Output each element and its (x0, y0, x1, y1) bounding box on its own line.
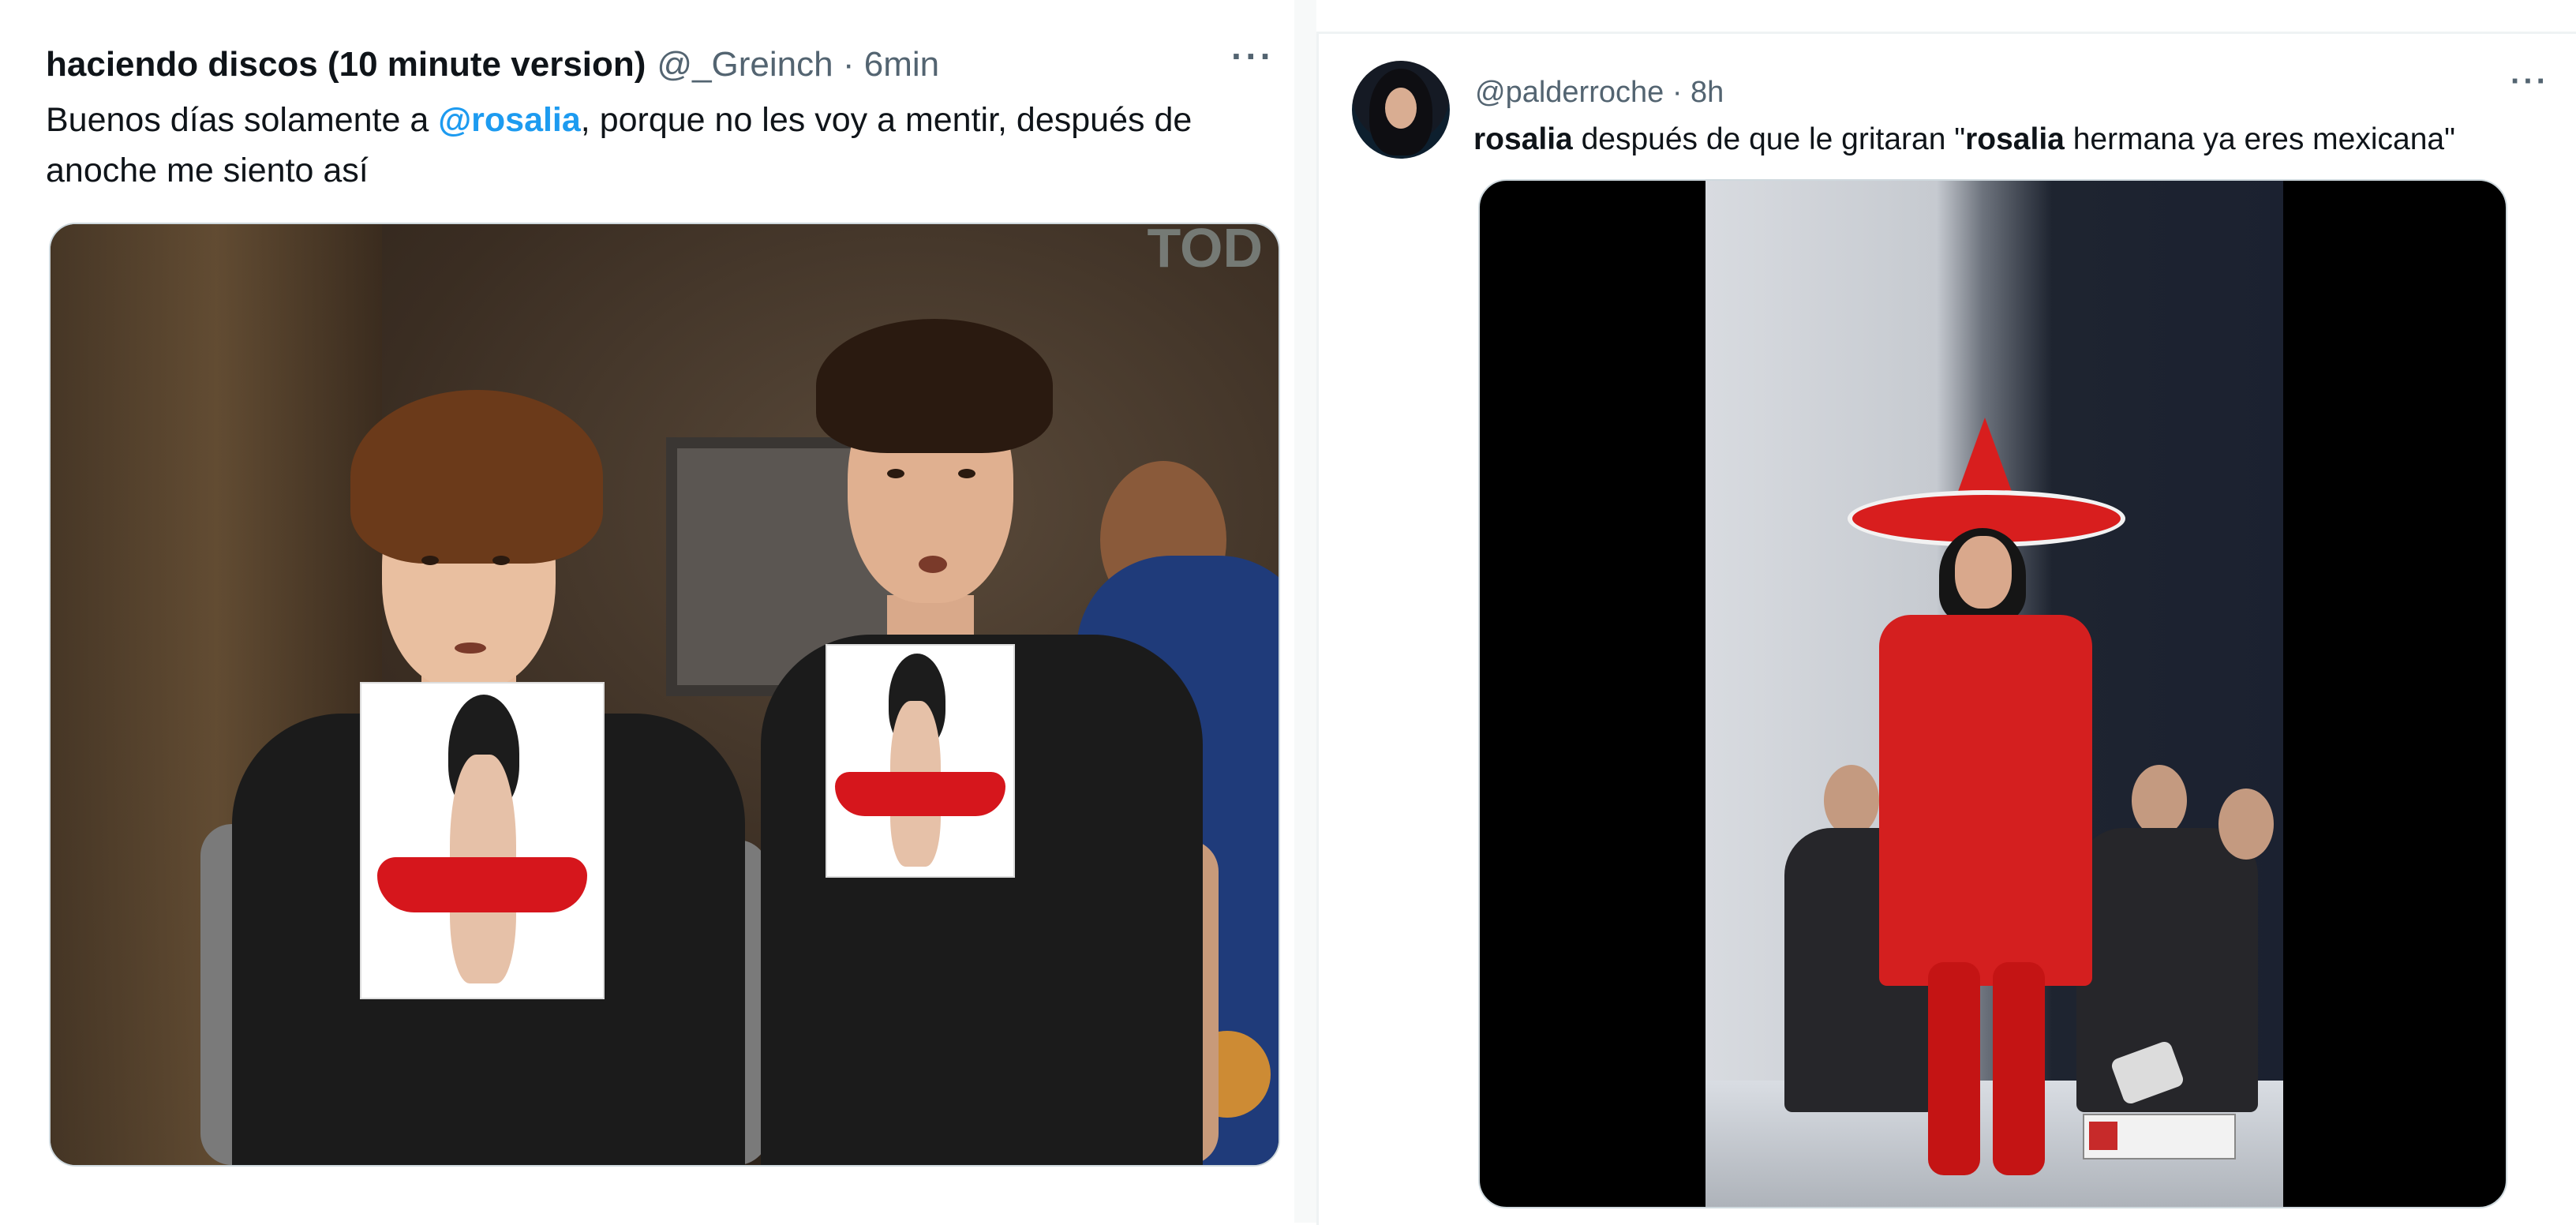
tweet-video[interactable] (1478, 179, 2507, 1208)
handle-and-time[interactable]: @palderroche · 8h (1475, 76, 1724, 110)
stage-scene (1705, 181, 2283, 1207)
avatar-face (1385, 88, 1417, 129)
tv-watermark: TOD (1147, 223, 1264, 279)
more-icon[interactable]: ··· (1231, 35, 1275, 77)
bold-word: rosalia (1965, 122, 2065, 156)
singer-boot (1993, 962, 2045, 1175)
dancer-head (1824, 765, 1879, 836)
tweet-text-part: hermana ya eres mexicana" (2064, 122, 2455, 156)
hair (350, 390, 603, 564)
badge-icon (2089, 1122, 2117, 1150)
bold-word: rosalia (1473, 122, 1573, 156)
tweet-header: @palderroche · 8h (1475, 69, 1724, 116)
eye (421, 556, 439, 565)
tweet-image[interactable]: TOD (49, 223, 1280, 1167)
dancer-head (2218, 789, 2274, 860)
handle-and-time[interactable]: @_Greinch · 6min (657, 45, 939, 84)
eye (887, 469, 904, 478)
figure-skirt (835, 772, 1005, 816)
mouth (455, 642, 486, 654)
tweet-text: Buenos días solamente a @rosalia, porque… (46, 95, 1277, 196)
column-divider (1294, 0, 1316, 1223)
video-badge (2083, 1114, 2236, 1159)
tweet-left[interactable]: haciendo discos (10 minute version) @_Gr… (0, 0, 1294, 1223)
avatar[interactable] (1352, 61, 1450, 159)
tweet-header: haciendo discos (10 minute version) @_Gr… (46, 41, 939, 88)
shirt-print-image (360, 682, 605, 999)
hair (816, 319, 1053, 453)
dancer-head (2132, 765, 2187, 836)
tweet-text-part: Buenos días solamente a (46, 101, 439, 139)
display-name[interactable]: haciendo discos (10 minute version) (46, 45, 646, 84)
shirt-print-image (826, 644, 1015, 878)
eye (492, 556, 510, 565)
eye (958, 469, 975, 478)
mouth (919, 556, 947, 573)
singer-outfit (1879, 615, 2092, 986)
singer-face (1955, 536, 2012, 609)
mention-link[interactable]: @rosalia (438, 101, 581, 139)
tweet-text-part: después de que le gritaran " (1572, 122, 1966, 156)
tweet-text: rosalia después de que le gritaran "rosa… (1473, 116, 2563, 163)
more-icon[interactable]: ··· (2510, 64, 2549, 99)
figure-skirt (377, 857, 587, 912)
tweet-right[interactable]: @palderroche · 8h ··· rosalia después de… (1316, 32, 2576, 1225)
singer-boot (1928, 962, 1980, 1175)
